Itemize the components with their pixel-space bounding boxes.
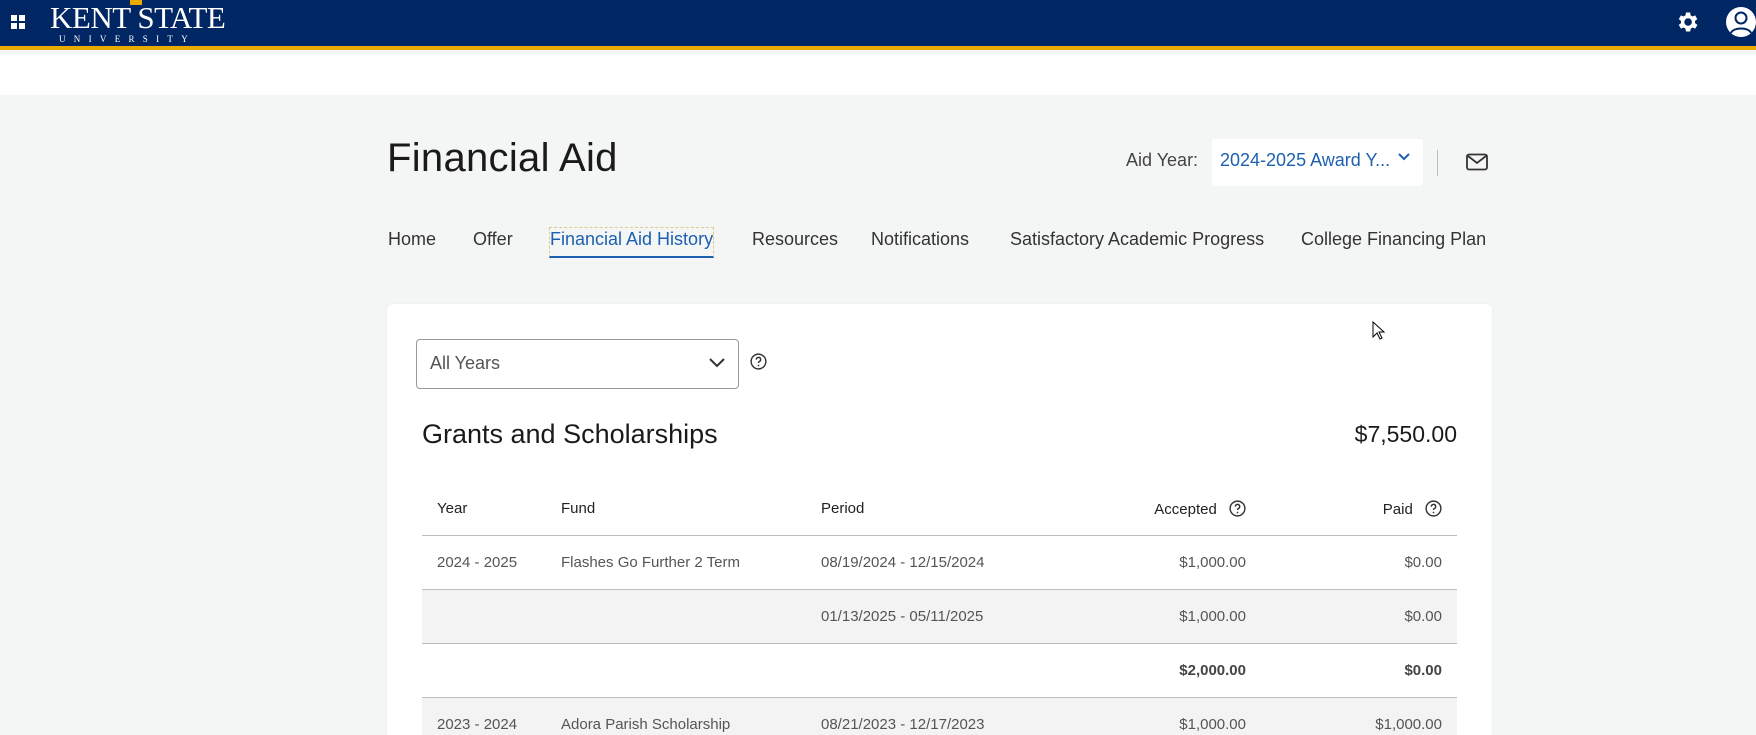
cell-accepted-subtotal: $2,000.00 xyxy=(1179,662,1246,679)
header-spacer xyxy=(0,54,1756,95)
help-icon[interactable] xyxy=(1425,500,1442,517)
tab-offer[interactable]: Offer xyxy=(472,227,514,257)
aid-year-value: 2024-2025 Award Y... xyxy=(1220,150,1391,170)
table-row: 01/13/2025 - 05/11/2025 $1,000.00 $0.00 xyxy=(422,590,1457,644)
top-navigation-bar: KENT STATE UNIVERSITY xyxy=(0,0,1756,50)
cell-period: 08/21/2023 - 12/17/2023 xyxy=(821,716,985,733)
page-title: Financial Aid xyxy=(387,136,618,180)
column-header-accepted: Accepted xyxy=(1154,500,1246,518)
cell-year: 2023 - 2024 xyxy=(437,716,518,733)
cell-paid: $0.00 xyxy=(1404,608,1442,625)
cell-paid: $0.00 xyxy=(1404,554,1442,571)
accepted-label: Accepted xyxy=(1154,501,1217,518)
table-header: Year Fund Period Accepted Paid xyxy=(422,482,1457,536)
aid-year-label: Aid Year: xyxy=(1126,150,1199,170)
logo-flame xyxy=(130,0,142,5)
tab-notifications[interactable]: Notifications xyxy=(870,227,970,257)
section-total: $7,550.00 xyxy=(1354,421,1457,447)
kent-state-logo[interactable]: KENT STATE UNIVERSITY xyxy=(50,0,226,45)
cell-accepted: $1,000.00 xyxy=(1179,554,1246,571)
cell-accepted: $1,000.00 xyxy=(1179,716,1246,733)
tab-college-financing-plan[interactable]: College Financing Plan xyxy=(1300,227,1487,257)
logo-main-text: KENT STATE xyxy=(50,0,226,35)
chevron-down-icon xyxy=(1398,153,1410,161)
cell-period: 01/13/2025 - 05/11/2025 xyxy=(821,608,984,625)
mouse-pointer-icon xyxy=(1372,321,1386,340)
chevron-down-icon xyxy=(709,358,725,368)
cell-period: 08/19/2024 - 12/15/2024 xyxy=(821,554,985,571)
mail-icon[interactable] xyxy=(1466,153,1488,171)
table-subtotal-row: $2,000.00 $0.00 xyxy=(422,644,1457,698)
cell-fund: Flashes Go Further 2 Term xyxy=(561,554,740,571)
tab-financial-aid-history[interactable]: Financial Aid History xyxy=(549,227,715,258)
section-title: Grants and Scholarships xyxy=(422,419,718,449)
aid-year-dropdown[interactable]: 2024-2025 Award Y... xyxy=(1212,139,1423,186)
paid-label: Paid xyxy=(1382,501,1413,518)
apps-grid-icon[interactable] xyxy=(11,15,25,29)
divider xyxy=(1437,150,1438,176)
tab-satisfactory-academic-progress[interactable]: Satisfactory Academic Progress xyxy=(1009,227,1265,257)
cell-accepted: $1,000.00 xyxy=(1179,608,1246,625)
column-header-year: Year xyxy=(437,500,468,517)
column-header-period: Period xyxy=(821,500,865,517)
table-row: 2023 - 2024 Adora Parish Scholarship 08/… xyxy=(422,698,1457,735)
help-icon[interactable] xyxy=(1229,500,1246,517)
cell-fund: Adora Parish Scholarship xyxy=(561,716,731,733)
column-header-fund: Fund xyxy=(561,500,596,517)
aid-history-card: All Years Grants and Scholarships $7,550… xyxy=(387,304,1492,735)
cell-year: 2024 - 2025 xyxy=(437,554,518,571)
column-header-paid: Paid xyxy=(1383,500,1442,518)
tab-resources[interactable]: Resources xyxy=(751,227,839,257)
gear-icon[interactable] xyxy=(1674,9,1700,35)
cell-paid-subtotal: $0.00 xyxy=(1404,662,1442,679)
user-avatar-icon[interactable] xyxy=(1724,5,1756,39)
years-filter-value: All Years xyxy=(430,353,501,373)
cell-paid: $1,000.00 xyxy=(1375,716,1442,733)
help-icon[interactable] xyxy=(750,353,767,370)
years-filter-dropdown[interactable]: All Years xyxy=(416,339,739,389)
table-row: 2024 - 2025 Flashes Go Further 2 Term 08… xyxy=(422,536,1457,590)
grants-table: Year Fund Period Accepted Paid 2024 - 20… xyxy=(422,482,1457,735)
tab-home[interactable]: Home xyxy=(387,227,437,257)
